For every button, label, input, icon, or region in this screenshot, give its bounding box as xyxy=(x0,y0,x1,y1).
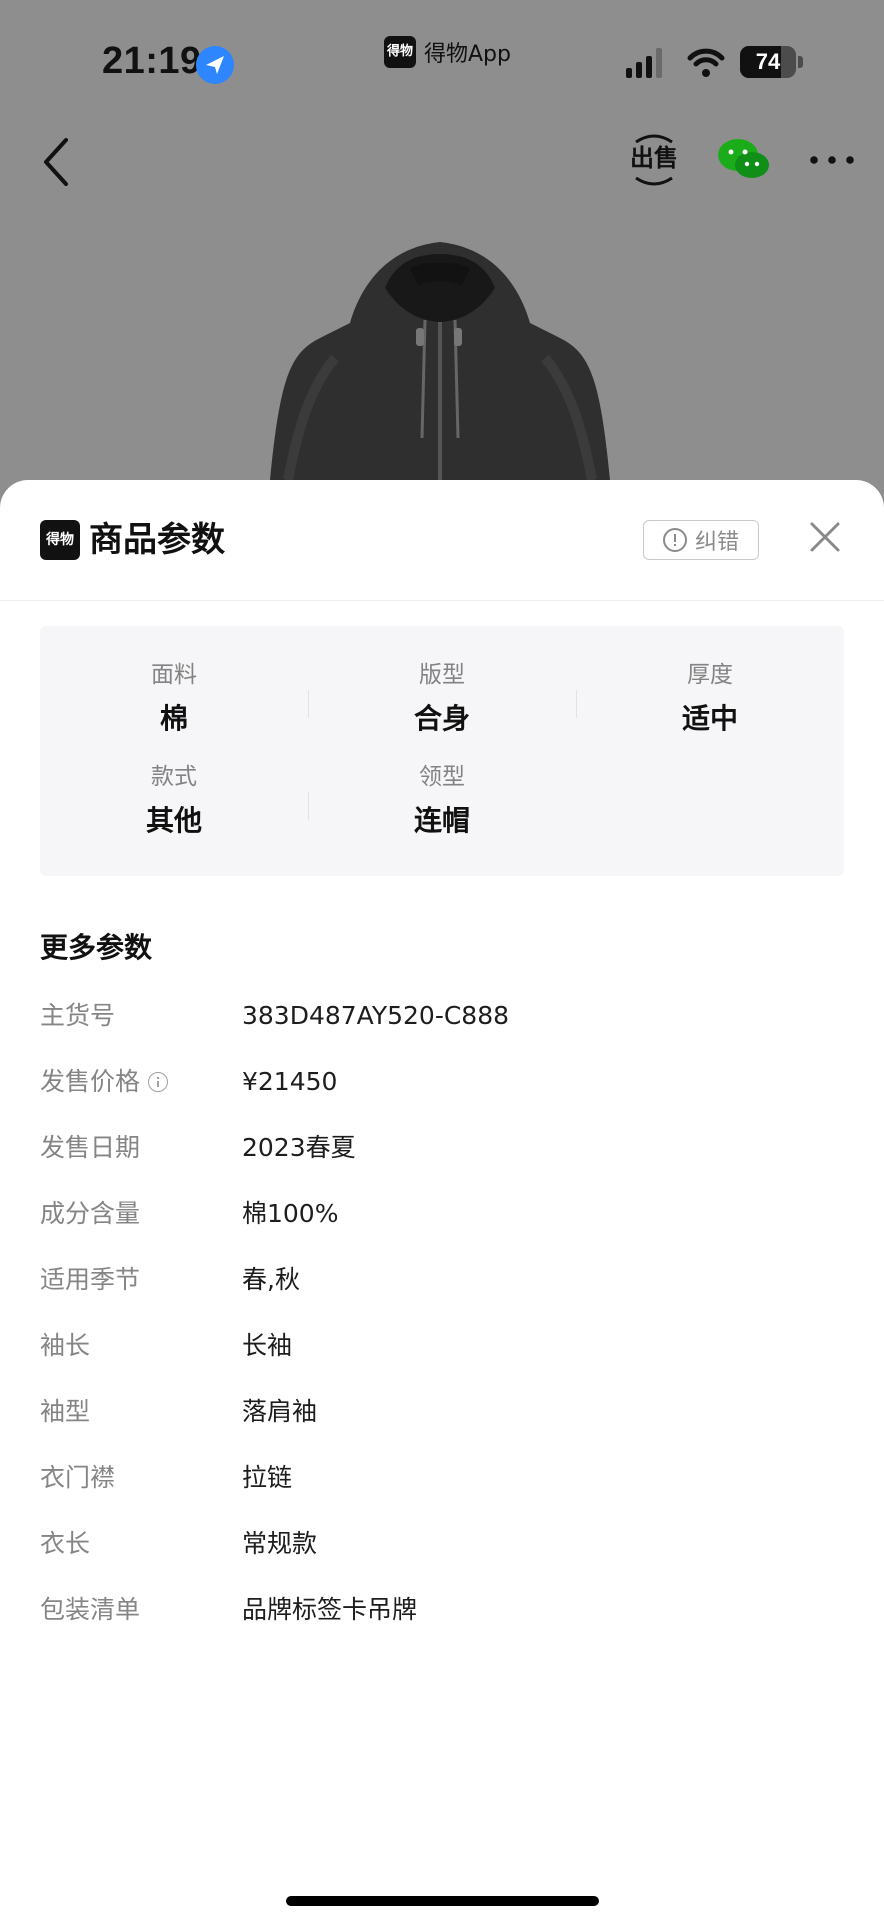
battery-icon: 74 xyxy=(740,46,804,80)
detail-label-text: 成分含量 xyxy=(40,1199,141,1228)
detail-value-season: 春,秋 xyxy=(242,1265,300,1294)
detail-label-text: 主货号 xyxy=(40,1001,116,1030)
report-error-button[interactable]: 纠错 xyxy=(643,520,759,560)
battery-body: 74 xyxy=(740,46,796,78)
detail-label-text: 衣长 xyxy=(40,1529,91,1558)
close-button[interactable] xyxy=(804,516,846,558)
detail-row: 成分含量 棉100% xyxy=(40,1198,844,1264)
param-collar: 领型 连帽 xyxy=(308,762,576,838)
wechat-share-button[interactable] xyxy=(716,136,772,184)
detail-label-text: 发售日期 xyxy=(40,1133,141,1162)
detail-label-text: 发售价格 xyxy=(40,1067,141,1096)
detail-label-text: 包装清单 xyxy=(40,1595,141,1624)
detail-row: 包装清单 品牌标签卡吊牌 xyxy=(40,1594,844,1660)
sell-button[interactable]: 出售 xyxy=(628,132,680,188)
detail-label-composition: 成分含量 xyxy=(40,1198,140,1230)
param-label: 版型 xyxy=(419,662,465,688)
detail-label-length: 衣长 xyxy=(40,1528,90,1560)
back-button[interactable] xyxy=(32,134,82,190)
detail-label-release-date: 发售日期 xyxy=(40,1132,140,1164)
param-fit: 版型 合身 xyxy=(308,660,576,736)
location-arrow-icon xyxy=(196,46,234,84)
param-label: 面料 xyxy=(151,662,197,688)
detail-label-text: 衣门襟 xyxy=(40,1463,116,1492)
detail-label-sleeve-length: 袖长 xyxy=(40,1330,90,1362)
param-label: 款式 xyxy=(151,764,197,790)
wifi-icon xyxy=(687,48,725,77)
detail-label-item-no: 主货号 xyxy=(40,1000,115,1032)
battery-cap xyxy=(798,56,803,68)
detail-value-item-no: 383D487AY520-C888 xyxy=(242,1001,510,1030)
status-bar: 21:19 得物 得物App 74 xyxy=(0,0,884,120)
home-indicator[interactable] xyxy=(286,1896,599,1906)
detail-row: 衣门襟 拉链 xyxy=(40,1462,844,1528)
detail-label-text: 袖长 xyxy=(40,1331,91,1360)
detail-row: 袖型 落肩袖 xyxy=(40,1396,844,1462)
detail-value-placket: 拉链 xyxy=(242,1463,293,1492)
status-time: 21:19 xyxy=(102,40,202,82)
sheet-title: 商品参数 xyxy=(89,520,225,560)
top-nav: 出售 xyxy=(0,120,884,210)
sell-label: 出售 xyxy=(630,144,678,172)
more-params-list: 主货号 383D487AY520-C888 发售价格 ¥21450 发售日期 2… xyxy=(40,1000,844,1660)
product-params-sheet: 得物 商品参数 纠错 面料 棉 版型 合身 厚度 适中 款式 其他 领型 连帽 … xyxy=(0,480,884,1920)
cellular-signal-icon xyxy=(626,48,662,78)
param-label: 领型 xyxy=(419,764,465,790)
status-app-name: 得物App xyxy=(424,42,511,67)
detail-label-package: 包装清单 xyxy=(40,1594,140,1626)
product-image xyxy=(270,242,610,480)
param-fabric: 面料 棉 xyxy=(40,660,308,736)
detail-label-text: 袖型 xyxy=(40,1397,91,1426)
detail-row: 发售日期 2023春夏 xyxy=(40,1132,844,1198)
status-app-label: 得物 得物App xyxy=(384,36,511,68)
detail-value-sleeve-type: 落肩袖 xyxy=(242,1397,318,1426)
more-options-icon[interactable] xyxy=(804,136,860,184)
detail-row: 主货号 383D487AY520-C888 xyxy=(40,1000,844,1066)
detail-value-release-price: ¥21450 xyxy=(242,1067,338,1096)
brand-logo-icon: 得物 xyxy=(40,520,80,560)
app-logo-icon: 得物 xyxy=(384,36,416,68)
detail-label-release-price: 发售价格 xyxy=(40,1066,169,1098)
detail-value-composition: 棉100% xyxy=(242,1199,339,1228)
param-thickness: 厚度 适中 xyxy=(576,660,844,736)
param-value: 合身 xyxy=(413,702,470,735)
param-value: 适中 xyxy=(681,702,738,735)
info-icon[interactable] xyxy=(148,1072,169,1092)
detail-row: 发售价格 ¥21450 xyxy=(40,1066,844,1132)
param-value: 棉 xyxy=(159,702,188,735)
detail-label-placket: 衣门襟 xyxy=(40,1462,115,1494)
detail-value-release-date: 2023春夏 xyxy=(242,1133,356,1162)
detail-value-package: 品牌标签卡吊牌 xyxy=(242,1595,418,1624)
detail-row: 适用季节 春,秋 xyxy=(40,1264,844,1330)
detail-label-season: 适用季节 xyxy=(40,1264,140,1296)
detail-label-sleeve-type: 袖型 xyxy=(40,1396,90,1428)
param-value: 连帽 xyxy=(413,804,470,837)
more-params-title: 更多参数 xyxy=(40,931,153,964)
param-value: 其他 xyxy=(145,804,202,837)
battery-level-label: 74 xyxy=(755,49,781,74)
sheet-header: 得物 商品参数 纠错 xyxy=(0,480,884,601)
params-card: 面料 棉 版型 合身 厚度 适中 款式 其他 领型 连帽 xyxy=(40,626,844,876)
report-error-label: 纠错 xyxy=(694,530,739,555)
detail-row: 袖长 长袖 xyxy=(40,1330,844,1396)
alert-circle-icon xyxy=(662,528,687,552)
detail-value-sleeve-length: 长袖 xyxy=(242,1331,293,1360)
param-style: 款式 其他 xyxy=(40,762,308,838)
detail-row: 衣长 常规款 xyxy=(40,1528,844,1594)
detail-value-length: 常规款 xyxy=(242,1529,318,1558)
param-label: 厚度 xyxy=(687,662,733,688)
detail-label-text: 适用季节 xyxy=(40,1265,141,1294)
